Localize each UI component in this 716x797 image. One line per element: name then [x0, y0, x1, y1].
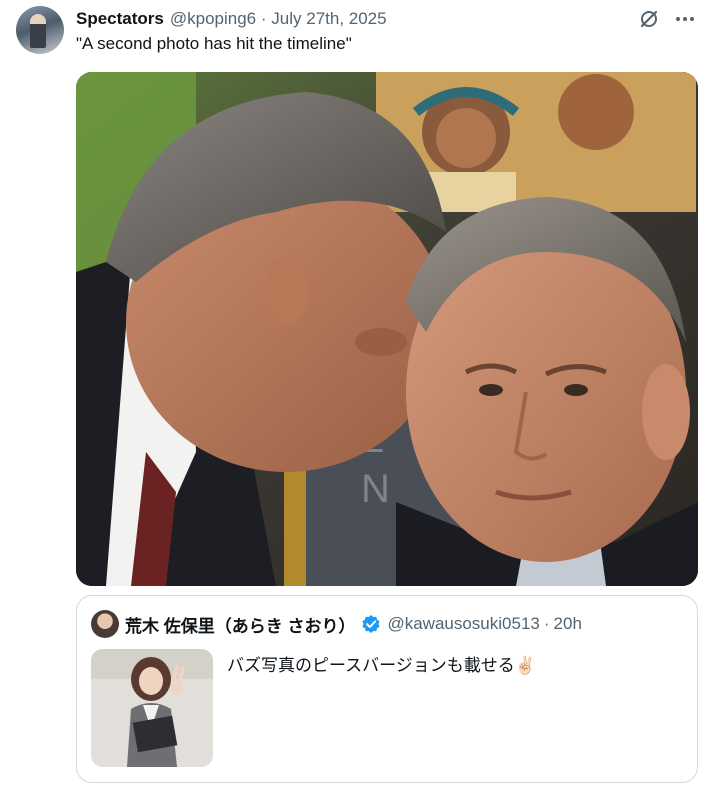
verified-badge-icon: [361, 614, 381, 634]
quoted-tweet[interactable]: 荒木 佐保里（あらき さおり） @kawausosuki0513 · 20h バ…: [76, 595, 698, 783]
quote-time[interactable]: 20h: [554, 614, 582, 634]
author-avatar[interactable]: [16, 6, 64, 54]
tweet-meta: @kpoping6 · July 27th, 2025: [170, 9, 387, 29]
quote-photo[interactable]: [91, 649, 213, 767]
quote-author-handle[interactable]: @kawausosuki0513: [387, 614, 539, 634]
author-handle[interactable]: @kpoping6: [170, 9, 256, 28]
quote-author-name[interactable]: 荒木 佐保里（あらき さおり）: [125, 612, 355, 637]
author-name[interactable]: Spectators: [76, 9, 164, 29]
tweet-header: Spectators @kpoping6 · July 27th, 2025: [76, 8, 387, 30]
quote-author-avatar[interactable]: [91, 610, 119, 638]
quote-text: バズ写真のピースバージョンも載せる✌🏻: [227, 656, 536, 675]
quote-meta-separator: ·: [543, 614, 550, 633]
more-icon[interactable]: [674, 8, 696, 30]
grok-icon[interactable]: [638, 8, 660, 30]
tweet-photo[interactable]: KE N: [76, 72, 698, 586]
quote-header: 荒木 佐保里（あらき さおり） @kawausosuki0513 · 20h: [125, 609, 582, 639]
tweet: Spectators @kpoping6 · July 27th, 2025 "…: [0, 0, 716, 797]
tweet-text: "A second photo has hit the timeline": [76, 34, 352, 53]
svg-text:N: N: [361, 467, 390, 511]
tweet-actions-top: [638, 8, 696, 30]
tweet-date[interactable]: July 27th, 2025: [271, 9, 386, 28]
meta-separator: ·: [260, 9, 267, 28]
